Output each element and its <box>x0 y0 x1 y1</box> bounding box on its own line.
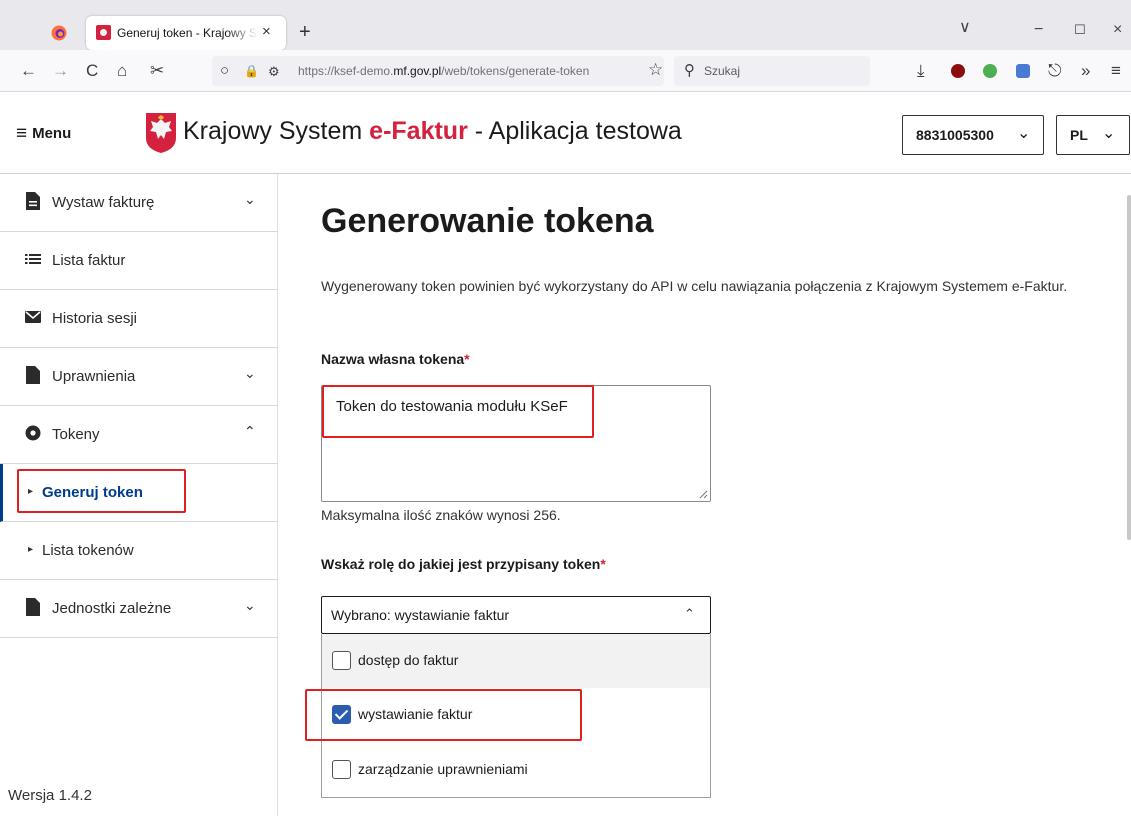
chevron-down-icon: ⌄ <box>1102 125 1116 142</box>
hamburger-icon: ≡ <box>16 123 28 144</box>
site-favicon-icon <box>96 25 111 40</box>
ublock-extension-icon[interactable] <box>951 64 965 78</box>
url-bar[interactable]: ○ 🔒 ⚙ https://ksef-demo.mf.gov.pl/web/to… <box>212 56 664 86</box>
sidebar-item-uprawnienia[interactable]: Uprawnienia ⌄ <box>0 348 278 406</box>
language-selector[interactable]: PL ⌄ <box>1056 115 1130 155</box>
app-brand-title: Krajowy System e-Faktur - Aplikacja test… <box>183 117 682 145</box>
role-multiselect[interactable]: Wybrano: wystawianie faktur ⌃ <box>321 596 711 634</box>
checkbox-unchecked[interactable] <box>332 760 351 779</box>
app-menu-icon[interactable]: ≡ <box>1111 62 1121 79</box>
app-version: Wersja 1.4.2 <box>8 787 92 804</box>
sidebar-item-historia-sesji[interactable]: Historia sesji <box>0 290 278 348</box>
chevron-down-icon: ⌄ <box>244 597 256 613</box>
highlight-generuj-token <box>17 469 186 513</box>
back-icon[interactable]: ← <box>20 62 37 79</box>
page-description: Wygenerowany token powinien być wykorzys… <box>321 278 1068 294</box>
window-close-icon[interactable]: × <box>1113 22 1122 38</box>
highlight-token-name <box>322 385 594 438</box>
role-option-dostep-do-faktur[interactable]: dostęp do faktur <box>322 634 710 688</box>
home-icon[interactable]: ⌂ <box>117 62 127 79</box>
submenu-marker-icon: ▸ <box>28 544 34 555</box>
chevron-down-icon: ⌄ <box>244 365 256 381</box>
sidebar-item-lista-tokenow[interactable]: ▸ Lista tokenów <box>0 522 278 580</box>
search-placeholder: Szukaj <box>704 64 741 78</box>
reload-icon[interactable]: C <box>86 62 98 79</box>
checkbox-unchecked[interactable] <box>332 651 351 670</box>
new-tab-button[interactable]: + <box>299 22 311 42</box>
token-name-hint: Maksymalna ilość znaków wynosi 256. <box>321 507 561 523</box>
app-header: ≡ Menu Krajowy System e-Faktur - Aplikacj… <box>0 92 1131 174</box>
nip-context-selector[interactable]: 8831005300 ⌄ <box>902 115 1044 155</box>
browser-nav-bar: ← → C ⌂ ✂ ○ 🔒 ⚙ https://ksef-demo.mf.gov… <box>0 50 1131 92</box>
role-option-zarzadzanie-uprawnieniami[interactable]: zarządzanie uprawnieniami <box>322 743 710 797</box>
search-icon: ⚲ <box>684 62 695 79</box>
chevron-up-icon: ⌃ <box>244 423 256 439</box>
firefox-logo-icon[interactable] <box>51 25 67 41</box>
minimize-icon[interactable]: − <box>1034 22 1043 38</box>
language-value: PL <box>1070 127 1088 143</box>
page-title: Generowanie tokena <box>321 202 654 240</box>
document-icon <box>26 192 40 210</box>
role-label: Wskaż rolę do jakiej jest przypisany tok… <box>321 556 606 572</box>
maximize-icon[interactable]: ☐ <box>1074 22 1086 38</box>
extension-green-icon[interactable] <box>983 64 997 78</box>
token-name-label: Nazwa własna tokena* <box>321 351 470 367</box>
required-mark: * <box>464 351 470 367</box>
bookmark-star-icon[interactable]: ☆ <box>648 61 663 78</box>
resize-grip-icon[interactable] <box>698 489 708 499</box>
translate-extension-icon[interactable] <box>1016 64 1030 78</box>
file-icon <box>26 598 40 616</box>
list-all-tabs-icon[interactable]: ∨ <box>959 20 971 36</box>
highlight-wystawianie-faktur <box>305 689 582 741</box>
forward-icon[interactable]: → <box>52 62 69 79</box>
screenshot-icon[interactable]: ✂ <box>150 62 164 79</box>
nip-value: 8831005300 <box>916 127 994 143</box>
browser-tab-active[interactable]: Generuj token - Krajowy System e-Faktur … <box>86 16 286 50</box>
share-icon[interactable]: ⎋ <box>1048 62 1061 79</box>
overflow-menu-icon[interactable]: » <box>1081 62 1090 79</box>
eagle-emblem-icon <box>146 113 176 153</box>
tracking-protection-icon[interactable]: ○ <box>220 62 229 79</box>
role-selected-value: Wybrano: wystawianie faktur <box>331 607 510 623</box>
chevron-down-icon: ⌄ <box>244 191 256 207</box>
url-text[interactable]: https://ksef-demo.mf.gov.pl/web/tokens/g… <box>298 64 589 78</box>
sidebar-item-tokeny[interactable]: Tokeny ⌃ <box>0 406 278 464</box>
file-icon <box>26 366 40 384</box>
permissions-icon[interactable]: ⚙ <box>268 63 280 80</box>
list-icon <box>25 254 41 264</box>
lock-icon[interactable]: 🔒 <box>244 63 259 80</box>
page-scrollbar[interactable] <box>1127 195 1131 540</box>
token-disc-icon <box>25 425 41 441</box>
close-tab-icon[interactable]: × <box>262 23 271 40</box>
menu-button[interactable]: ≡ Menu <box>16 123 71 145</box>
required-mark: * <box>600 556 606 572</box>
menu-label: Menu <box>32 125 72 142</box>
chevron-up-icon: ⌃ <box>684 606 695 621</box>
downloads-icon[interactable]: ⤓ <box>917 62 925 79</box>
search-input[interactable]: ⚲ Szukaj <box>674 56 870 86</box>
envelope-icon <box>25 311 41 323</box>
sidebar-item-wystaw-fakture[interactable]: Wystaw fakturę ⌄ <box>0 174 278 232</box>
chevron-down-icon: ⌄ <box>1017 125 1031 142</box>
sidebar-item-lista-faktur[interactable]: Lista faktur <box>0 232 278 290</box>
sidebar-item-jednostki-zalezne[interactable]: Jednostki zależne ⌄ <box>0 580 278 638</box>
